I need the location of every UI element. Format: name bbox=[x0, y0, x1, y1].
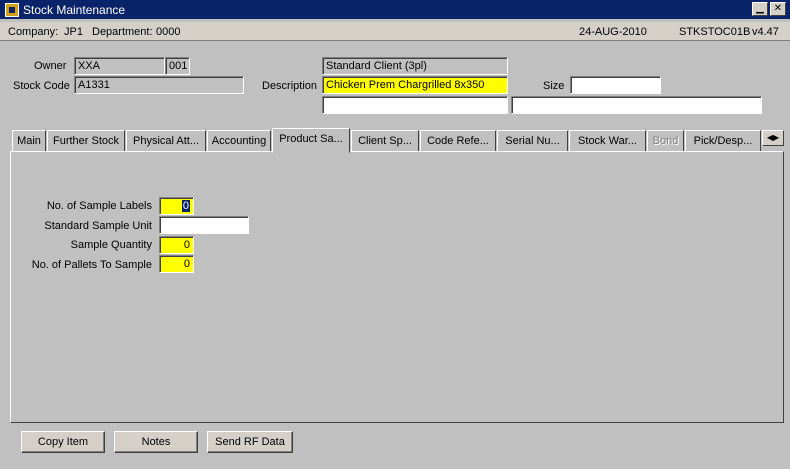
close-icon[interactable]: ✕ bbox=[770, 2, 786, 16]
description-label: Description bbox=[262, 80, 318, 92]
description-2-field[interactable] bbox=[322, 96, 508, 114]
tab-main[interactable]: Main bbox=[12, 130, 46, 152]
tab-product-sample[interactable]: Product Sa... bbox=[272, 128, 350, 153]
stock-code-field[interactable]: A1331 bbox=[74, 76, 244, 94]
sample-unit-field[interactable] bbox=[159, 216, 249, 234]
department-value: 0000 bbox=[156, 26, 181, 38]
owner-code-field[interactable]: XXA bbox=[74, 57, 165, 75]
owner-number-field[interactable]: 001 bbox=[165, 57, 190, 75]
description-3-field[interactable] bbox=[511, 96, 762, 114]
tab-bond: Bond bbox=[647, 130, 684, 152]
notes-button[interactable]: Notes bbox=[114, 431, 198, 453]
current-date: 24-AUG-2010 bbox=[579, 26, 647, 38]
tab-scroll-arrows-icon[interactable]: ◀▶ bbox=[762, 130, 784, 146]
send-rf-data-button[interactable]: Send RF Data bbox=[207, 431, 293, 453]
pallets-label: No. of Pallets To Sample bbox=[31, 259, 152, 271]
pallets-field[interactable]: 0 bbox=[159, 255, 194, 273]
stock-code-label: Stock Code bbox=[13, 80, 70, 92]
window-controls: ▁ ✕ bbox=[752, 2, 786, 16]
tab-strip: Main Further Stock Physical Att... Accou… bbox=[12, 128, 784, 153]
app-icon[interactable] bbox=[5, 2, 19, 17]
module-code: STKSTOC01B bbox=[679, 26, 751, 38]
tab-physical-attributes[interactable]: Physical Att... bbox=[126, 130, 206, 152]
sample-qty-label: Sample Quantity bbox=[70, 239, 152, 251]
company-label: Company: bbox=[8, 26, 59, 38]
sample-labels-value: 0 bbox=[181, 200, 190, 212]
owner-label: Owner bbox=[34, 60, 67, 72]
owner-name-field[interactable]: Standard Client (3pl) bbox=[322, 57, 508, 75]
tab-stock-warehouse[interactable]: Stock War... bbox=[569, 130, 646, 152]
info-bar: Company: JP1 Department: 0000 24-AUG-201… bbox=[0, 22, 790, 41]
department-label: Department: bbox=[92, 26, 153, 38]
company-value: JP1 bbox=[64, 26, 83, 38]
copy-item-button[interactable]: Copy Item bbox=[21, 431, 105, 453]
tab-client-specific[interactable]: Client Sp... bbox=[351, 130, 419, 152]
tab-code-reference[interactable]: Code Refe... bbox=[420, 130, 496, 152]
size-label: Size bbox=[543, 80, 565, 92]
description-field[interactable]: Chicken Prem Chargrilled 8x350 bbox=[322, 76, 508, 94]
version: v4.47 bbox=[752, 26, 779, 38]
minimize-icon[interactable]: ▁ bbox=[752, 2, 768, 16]
sample-labels-field[interactable]: 0 bbox=[159, 197, 194, 215]
tab-further-stock[interactable]: Further Stock bbox=[47, 130, 125, 152]
title-bar: Stock Maintenance ▁ ✕ bbox=[0, 0, 790, 19]
window-title: Stock Maintenance bbox=[23, 2, 126, 17]
tab-serial-numbers[interactable]: Serial Nu... bbox=[497, 130, 568, 152]
sample-unit-label: Standard Sample Unit bbox=[44, 220, 152, 232]
size-field[interactable] bbox=[570, 76, 661, 94]
product-sample-panel bbox=[10, 151, 784, 423]
sample-labels-label: No. of Sample Labels bbox=[46, 200, 152, 212]
tab-pick-despatch[interactable]: Pick/Desp... bbox=[685, 130, 761, 152]
tab-accounting[interactable]: Accounting bbox=[207, 130, 271, 152]
sample-qty-field[interactable]: 0 bbox=[159, 236, 194, 254]
